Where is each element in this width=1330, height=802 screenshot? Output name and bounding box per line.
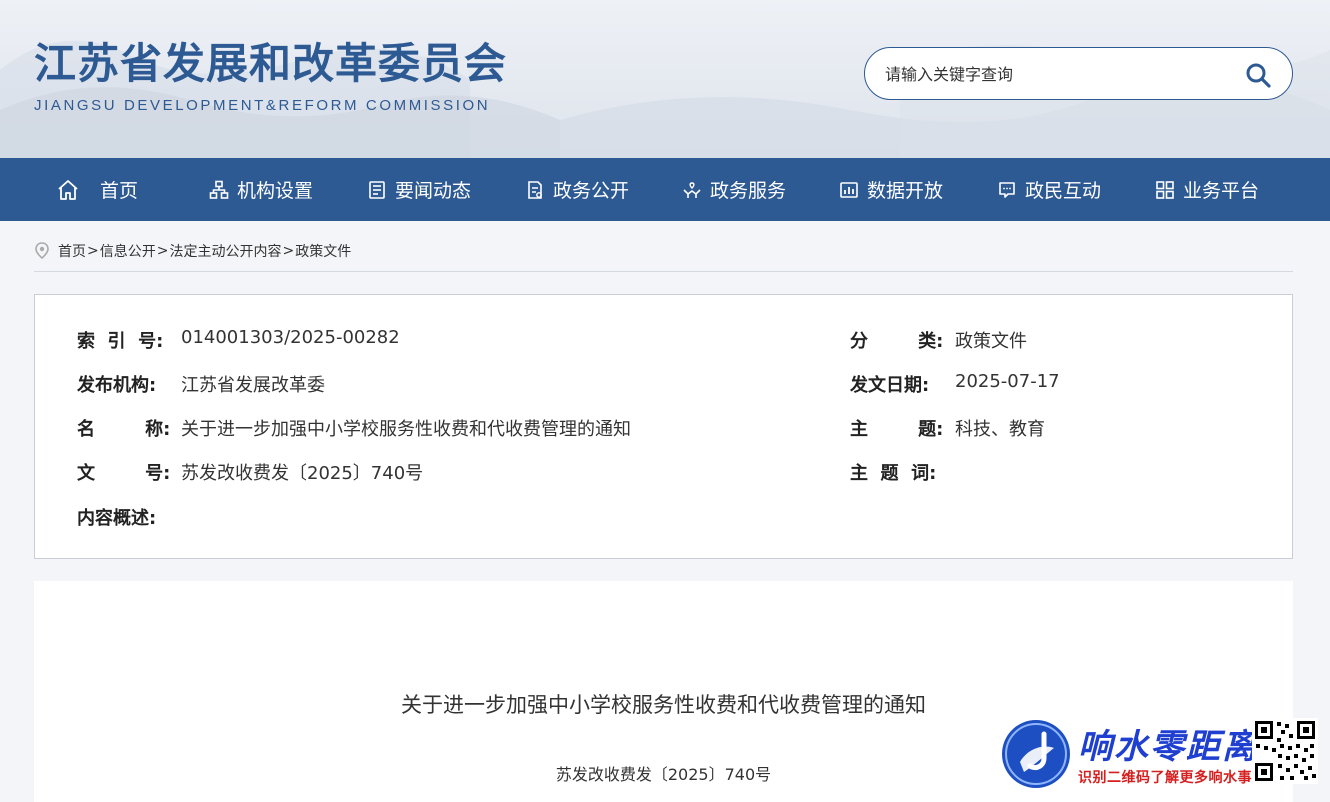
watermark-logo: 响水零距离 识别二维码了解更多响水事: [1000, 715, 1330, 802]
breadcrumb-statutory[interactable]: 法定主动公开内容: [169, 241, 281, 261]
breadcrumb: 首页 > 信息公开 > 法定主动公开内容 > 政策文件: [34, 241, 351, 261]
breadcrumb-info-open[interactable]: 信息公开: [100, 241, 156, 261]
chart-icon: [840, 181, 858, 198]
site-header: 江苏省发展和改革委员会 JIANGSU DEVELOPMENT&REFORM C…: [0, 0, 1330, 158]
meta-index-label: 索 引 号:: [77, 331, 164, 352]
meta-date-value: 2025-07-17: [955, 371, 1060, 392]
breadcrumb-divider: [34, 271, 1293, 272]
meta-topic-label: 主 题:: [850, 419, 944, 440]
meta-summary-label: 内容概述:: [77, 508, 157, 529]
watermark-name: 响水零距离: [1078, 727, 1258, 767]
meta-keywords-label: 主 题 词:: [850, 463, 937, 484]
nav-label: 要闻动态: [395, 180, 472, 202]
meta-category-value: 政策文件: [955, 331, 1027, 352]
chat-icon: [999, 181, 1015, 198]
breadcrumb-separator: >: [282, 243, 295, 259]
org-chart-icon: [209, 180, 229, 199]
nav-label: 政务公开: [553, 180, 630, 202]
breadcrumb-separator: >: [156, 243, 169, 259]
meta-docno-value: 苏发改收费发〔2025〕740号: [181, 463, 424, 484]
nav-label: 机构设置: [237, 180, 314, 202]
search-input[interactable]: [885, 61, 1225, 87]
meta-publisher-value: 江苏省发展改革委: [181, 375, 325, 396]
nav-label: 数据开放: [867, 180, 944, 202]
breadcrumb-separator: >: [87, 243, 99, 259]
nav-label: 业务平台: [1183, 180, 1260, 202]
meta-name-value: 关于进一步加强中小学校服务性收费和代收费管理的通知: [181, 419, 631, 440]
meta-date-label: 发文日期:: [850, 375, 930, 396]
breadcrumb-home[interactable]: 首页: [58, 241, 86, 261]
grid-icon: [1156, 180, 1174, 199]
document-metadata: 索 引 号: 014001303/2025-00282 分 类: 政策文件 发布…: [34, 294, 1293, 559]
qr-code-icon[interactable]: [1252, 718, 1318, 784]
meta-category-label: 分 类:: [850, 331, 944, 352]
nav-item-org[interactable]: 机构设置: [209, 158, 313, 221]
nav-item-interaction[interactable]: 政民互动: [997, 158, 1101, 221]
meta-topic-value: 科技、教育: [955, 419, 1045, 440]
nav-item-home[interactable]: 首页: [56, 158, 138, 221]
nav-item-open-data[interactable]: 数据开放: [839, 158, 943, 221]
meta-name-label: 名 称:: [77, 419, 171, 440]
nav-item-business-platform[interactable]: 业务平台: [1155, 158, 1259, 221]
nav-item-gov-affairs[interactable]: 政务公开: [525, 158, 629, 221]
document-icon: [528, 180, 542, 199]
search-icon[interactable]: [1244, 61, 1272, 89]
location-pin-icon: [35, 242, 49, 260]
nav-label: 政民互动: [1025, 180, 1102, 202]
nav-label: 政务服务: [710, 180, 787, 202]
home-icon: [58, 179, 78, 200]
breadcrumb-policy-docs[interactable]: 政策文件: [295, 241, 351, 261]
hands-service-icon: [683, 181, 701, 198]
meta-publisher-label: 发布机构:: [77, 375, 157, 396]
meta-docno-label: 文 号:: [77, 463, 171, 484]
watermark-subtitle: 识别二维码了解更多响水事: [1078, 770, 1252, 786]
watermark-emblem-icon: [1002, 720, 1070, 788]
search-box: [864, 47, 1293, 100]
nav-label: 首页: [100, 180, 139, 202]
news-icon: [369, 180, 385, 199]
nav-item-gov-services[interactable]: 政务服务: [682, 158, 786, 221]
meta-index-value: 014001303/2025-00282: [181, 327, 400, 348]
nav-item-news[interactable]: 要闻动态: [367, 158, 471, 221]
site-subtitle: JIANGSU DEVELOPMENT&REFORM COMMISSION: [34, 97, 491, 114]
site-title[interactable]: 江苏省发展和改革委员会: [34, 30, 507, 91]
main-nav: 首页 机构设置 要闻动态 政务公开 政务服务 数据开放 政民互动 业务平台: [0, 158, 1330, 221]
